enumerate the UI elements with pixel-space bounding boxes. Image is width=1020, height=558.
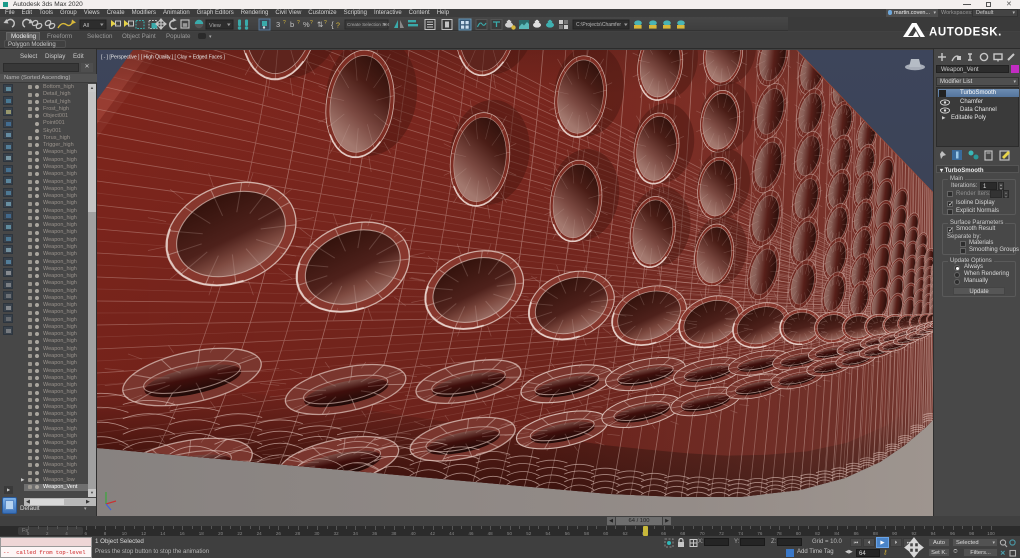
svg-text:?: ? <box>336 23 340 30</box>
svg-text:All: All <box>83 23 89 29</box>
svg-text:C:\Projects\Chamfer: C:\Projects\Chamfer <box>576 22 621 28</box>
svg-text:{: { <box>331 21 334 30</box>
svg-text:%: % <box>303 20 310 29</box>
svg-text:?: ? <box>310 20 313 26</box>
svg-text:⇅: ⇅ <box>317 20 324 29</box>
svg-text:b: b <box>290 20 294 29</box>
svg-text:?: ? <box>283 20 286 26</box>
svg-text:3: 3 <box>276 20 280 29</box>
svg-text:AUTODESK.: AUTODESK. <box>929 27 1002 39</box>
svg-text:?: ? <box>324 20 327 26</box>
svg-text:?: ? <box>297 20 300 26</box>
svg-text:View: View <box>209 23 221 29</box>
svg-text:[ - ] [Perspective ] [ High Qu: [ - ] [Perspective ] [ High Quality ] [ … <box>101 55 226 61</box>
svg-text:Create Selection Set: Create Selection Set <box>347 22 390 27</box>
